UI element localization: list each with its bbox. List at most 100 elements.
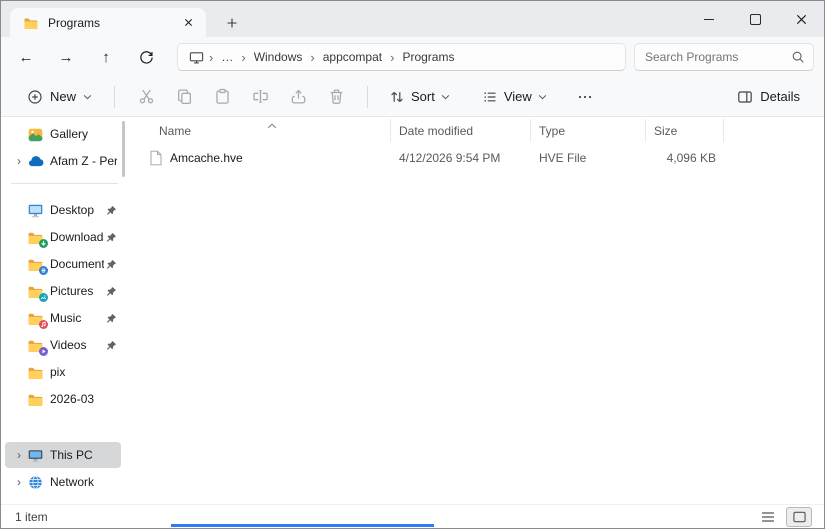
sidebar-item-label: Videos: [50, 338, 87, 352]
up-button[interactable]: ↑: [89, 40, 123, 74]
search-box[interactable]: [634, 43, 814, 71]
pin-icon: [106, 286, 117, 297]
sidebar-item-label: 2026-03: [50, 392, 95, 406]
column-header-date-modified[interactable]: Date modified: [391, 119, 531, 142]
breadcrumb-overflow-button[interactable]: …: [214, 47, 240, 67]
bottom-accent-line: [171, 524, 434, 527]
maximize-button[interactable]: [732, 1, 778, 37]
file-row-amcache[interactable]: Amcache.hve 4/12/2026 9:54 PM HVE File 4…: [129, 145, 724, 171]
sidebar-item-label: Afam Z - Person: [50, 154, 117, 168]
tab-programs[interactable]: Programs: [10, 8, 206, 37]
refresh-button[interactable]: [129, 40, 163, 74]
sidebar-item-label: This PC: [50, 448, 93, 462]
sidebar-item-gallery[interactable]: Gallery: [5, 121, 121, 147]
tab-title: Programs: [48, 15, 101, 30]
view-button[interactable]: View: [473, 83, 556, 111]
pin-icon: [106, 340, 117, 351]
column-header-type[interactable]: Type: [531, 119, 646, 142]
videos-icon: [27, 337, 48, 356]
search-input[interactable]: [643, 49, 791, 65]
details-view-button[interactable]: [756, 508, 780, 526]
navigation-bar: ← → ↑ › … › Windows › appcompat › Progra…: [1, 37, 824, 77]
breadcrumb-appcompat[interactable]: appcompat: [316, 47, 389, 67]
cut-button[interactable]: [127, 80, 165, 114]
sidebar-item-onedrive[interactable]: › Afam Z - Person: [5, 148, 121, 174]
file-explorer-window: Programs ← → ↑ › … › Windows › appcompat…: [0, 0, 825, 529]
up-icon: ↑: [102, 48, 110, 66]
column-header-name[interactable]: Name: [129, 119, 391, 142]
folder-icon: [27, 364, 46, 381]
breadcrumb-programs[interactable]: Programs: [395, 47, 461, 67]
desktop-icon: [27, 202, 46, 219]
refresh-icon: [139, 50, 153, 64]
window-controls: [686, 1, 824, 37]
pin-icon: [106, 232, 117, 243]
delete-button[interactable]: [317, 80, 355, 114]
breadcrumb-windows[interactable]: Windows: [247, 47, 310, 67]
view-label: View: [503, 89, 532, 104]
new-tab-button[interactable]: [220, 12, 244, 34]
sidebar-item-label: Downloads: [50, 230, 104, 244]
music-icon: [27, 310, 48, 329]
paste-button[interactable]: [203, 80, 241, 114]
paste-icon: [215, 88, 229, 104]
sidebar-item-pictures[interactable]: Pictures: [5, 278, 121, 304]
forward-button[interactable]: →: [49, 40, 83, 74]
rename-button[interactable]: [241, 80, 279, 114]
sidebar-item-music[interactable]: Music: [5, 305, 121, 331]
sidebar-item-downloads[interactable]: Downloads: [5, 224, 121, 250]
address-bar[interactable]: › … › Windows › appcompat › Programs: [177, 43, 626, 71]
minimize-icon: [704, 18, 714, 20]
new-button[interactable]: New: [17, 83, 102, 111]
expand-chevron-icon[interactable]: ›: [11, 475, 27, 489]
file-name-cell: Amcache.hve: [129, 150, 391, 166]
sidebar-item-network[interactable]: › Network: [5, 469, 121, 495]
file-name: Amcache.hve: [170, 151, 243, 165]
delete-icon: [330, 89, 342, 104]
large-icons-view-icon: [792, 511, 806, 523]
rename-icon: [252, 90, 268, 103]
sidebar-scrollbar[interactable]: [122, 121, 125, 177]
sort-button[interactable]: Sort: [380, 83, 459, 111]
new-label: New: [50, 89, 77, 104]
copy-button[interactable]: [165, 80, 203, 114]
sidebar-item-desktop[interactable]: Desktop: [5, 197, 121, 223]
sidebar-item-2026-03[interactable]: 2026-03: [5, 386, 121, 412]
sidebar-item-label: Desktop: [50, 203, 95, 217]
file-date-modified: 4/12/2026 9:54 PM: [399, 151, 501, 165]
sidebar-item-pix[interactable]: pix: [5, 359, 121, 385]
sidebar-item-label: pix: [50, 365, 66, 379]
minimize-button[interactable]: [686, 1, 732, 37]
sidebar-item-label: Gallery: [50, 127, 89, 141]
this-pc-icon[interactable]: [184, 50, 208, 65]
downloads-icon: [27, 229, 48, 248]
pin-icon: [106, 205, 117, 216]
sidebar-item-documents[interactable]: Documents: [5, 251, 121, 277]
folder-icon: [27, 391, 46, 408]
large-icons-view-button[interactable]: [786, 507, 812, 527]
expand-chevron-icon[interactable]: ›: [11, 154, 27, 168]
expand-chevron-icon[interactable]: ›: [11, 448, 27, 462]
details-view-icon: [762, 512, 774, 522]
back-button[interactable]: ←: [9, 40, 43, 74]
chevron-down-icon: [538, 94, 547, 99]
sidebar-item-this-pc[interactable]: › This PC: [5, 442, 121, 468]
details-pane-button[interactable]: Details: [729, 83, 808, 111]
network-icon: [27, 474, 46, 491]
sidebar-divider: [11, 183, 118, 184]
sort-ascending-icon: [267, 116, 277, 134]
share-button[interactable]: [279, 80, 317, 114]
toolbar-divider: [114, 85, 116, 108]
close-button[interactable]: [778, 1, 824, 37]
column-header-size[interactable]: Size: [646, 119, 724, 142]
sort-icon: [391, 91, 403, 102]
more-options-button[interactable]: [568, 80, 602, 114]
back-icon: ←: [18, 48, 34, 66]
close-icon: [796, 14, 806, 24]
documents-icon: [27, 256, 48, 275]
pin-icon: [106, 259, 117, 270]
sidebar-item-videos[interactable]: Videos: [5, 332, 121, 358]
tab-close-icon[interactable]: [179, 13, 198, 32]
search-icon: [791, 50, 805, 64]
